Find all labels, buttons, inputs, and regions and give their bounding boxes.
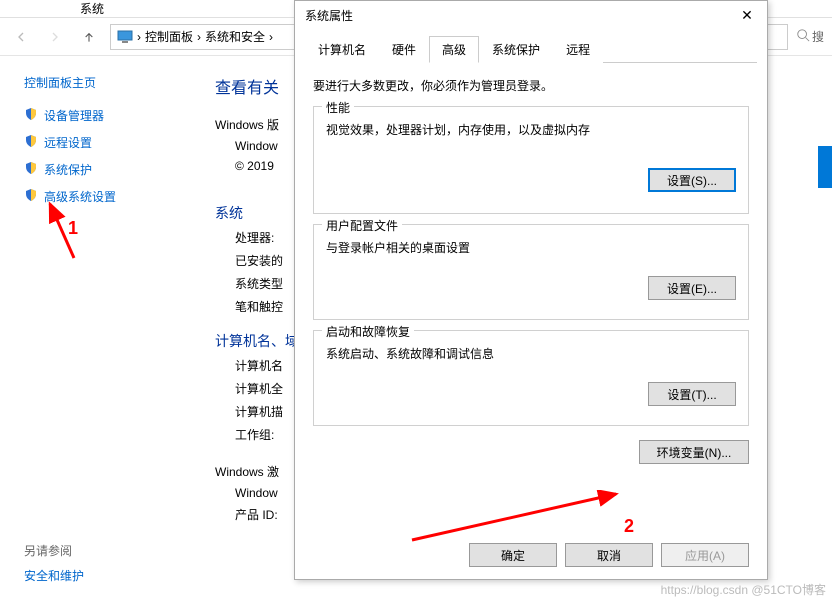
user-profiles-title: 用户配置文件 (322, 217, 402, 234)
see-also: 另请参阅 安全和维护 (24, 542, 84, 584)
sidebar-item-label: 高级系统设置 (44, 188, 116, 205)
user-profiles-desc: 与登录帐户相关的桌面设置 (326, 239, 736, 256)
tab-hardware[interactable]: 硬件 (379, 36, 429, 63)
system-properties-dialog: 系统属性 ✕ 计算机名 硬件 高级 系统保护 远程 要进行大多数更改，你必须作为… (294, 0, 768, 580)
monitor-icon (117, 30, 133, 44)
search-placeholder: 搜 (812, 28, 824, 45)
sidebar-item-label: 远程设置 (44, 134, 92, 151)
tab-remote[interactable]: 远程 (553, 36, 603, 63)
watermark: https://blog.csdn @51CTO博客 (661, 581, 826, 598)
performance-settings-button[interactable]: 设置(S)... (648, 168, 736, 192)
dialog-footer: 确定 取消 应用(A) (469, 543, 749, 567)
environment-variables-button[interactable]: 环境变量(N)... (639, 440, 749, 464)
user-profiles-group: 用户配置文件 与登录帐户相关的桌面设置 设置(E)... (313, 224, 749, 320)
cancel-button[interactable]: 取消 (565, 543, 653, 567)
sidebar-item-advanced-settings[interactable]: 高级系统设置 (24, 188, 195, 205)
shield-icon (24, 161, 38, 178)
windows-logo-icon (818, 146, 832, 188)
chevron-right-icon: › (269, 30, 273, 44)
sidebar: 控制面板主页 设备管理器 远程设置 系统保护 高级系统设置 (0, 56, 195, 604)
dialog-titlebar: 系统属性 ✕ (295, 1, 767, 29)
performance-title: 性能 (322, 99, 354, 116)
sidebar-home-link[interactable]: 控制面板主页 (24, 74, 195, 91)
tab-system-protection[interactable]: 系统保护 (479, 36, 553, 63)
startup-recovery-group: 启动和故障恢复 系统启动、系统故障和调试信息 设置(T)... (313, 330, 749, 426)
sidebar-item-system-protection[interactable]: 系统保护 (24, 161, 195, 178)
shield-icon (24, 107, 38, 124)
tab-computer-name[interactable]: 计算机名 (305, 36, 379, 63)
forward-button[interactable] (42, 24, 68, 50)
tab-advanced[interactable]: 高级 (429, 36, 479, 63)
user-profiles-settings-button[interactable]: 设置(E)... (648, 276, 736, 300)
sidebar-item-label: 系统保护 (44, 161, 92, 178)
back-button[interactable] (8, 24, 34, 50)
chevron-right-icon: › (197, 30, 201, 44)
sidebar-item-label: 设备管理器 (44, 107, 104, 124)
sidebar-item-remote-settings[interactable]: 远程设置 (24, 134, 195, 151)
see-also-link[interactable]: 安全和维护 (24, 567, 84, 584)
dialog-body: 要进行大多数更改，你必须作为管理员登录。 性能 视觉效果，处理器计划，内存使用，… (295, 63, 767, 478)
startup-recovery-desc: 系统启动、系统故障和调试信息 (326, 345, 736, 362)
shield-icon (24, 134, 38, 151)
startup-recovery-settings-button[interactable]: 设置(T)... (648, 382, 736, 406)
search-icon (796, 28, 810, 45)
performance-desc: 视觉效果，处理器计划，内存使用，以及虚拟内存 (326, 121, 736, 138)
see-also-header: 另请参阅 (24, 542, 84, 559)
apply-button[interactable]: 应用(A) (661, 543, 749, 567)
breadcrumb-item[interactable]: 系统和安全 (205, 28, 265, 45)
search-box[interactable]: 搜 (796, 28, 824, 45)
startup-recovery-title: 启动和故障恢复 (322, 323, 414, 340)
chevron-right-icon: › (137, 30, 141, 44)
close-button[interactable]: ✕ (737, 7, 757, 24)
dialog-title-text: 系统属性 (305, 7, 353, 24)
up-button[interactable] (76, 24, 102, 50)
shield-icon (24, 188, 38, 205)
window-title: 系统 (80, 0, 104, 17)
admin-note: 要进行大多数更改，你必须作为管理员登录。 (313, 77, 749, 94)
sidebar-item-device-manager[interactable]: 设备管理器 (24, 107, 195, 124)
breadcrumb-item[interactable]: 控制面板 (145, 28, 193, 45)
tab-strip: 计算机名 硬件 高级 系统保护 远程 (305, 35, 757, 63)
ok-button[interactable]: 确定 (469, 543, 557, 567)
performance-group: 性能 视觉效果，处理器计划，内存使用，以及虚拟内存 设置(S)... (313, 106, 749, 214)
